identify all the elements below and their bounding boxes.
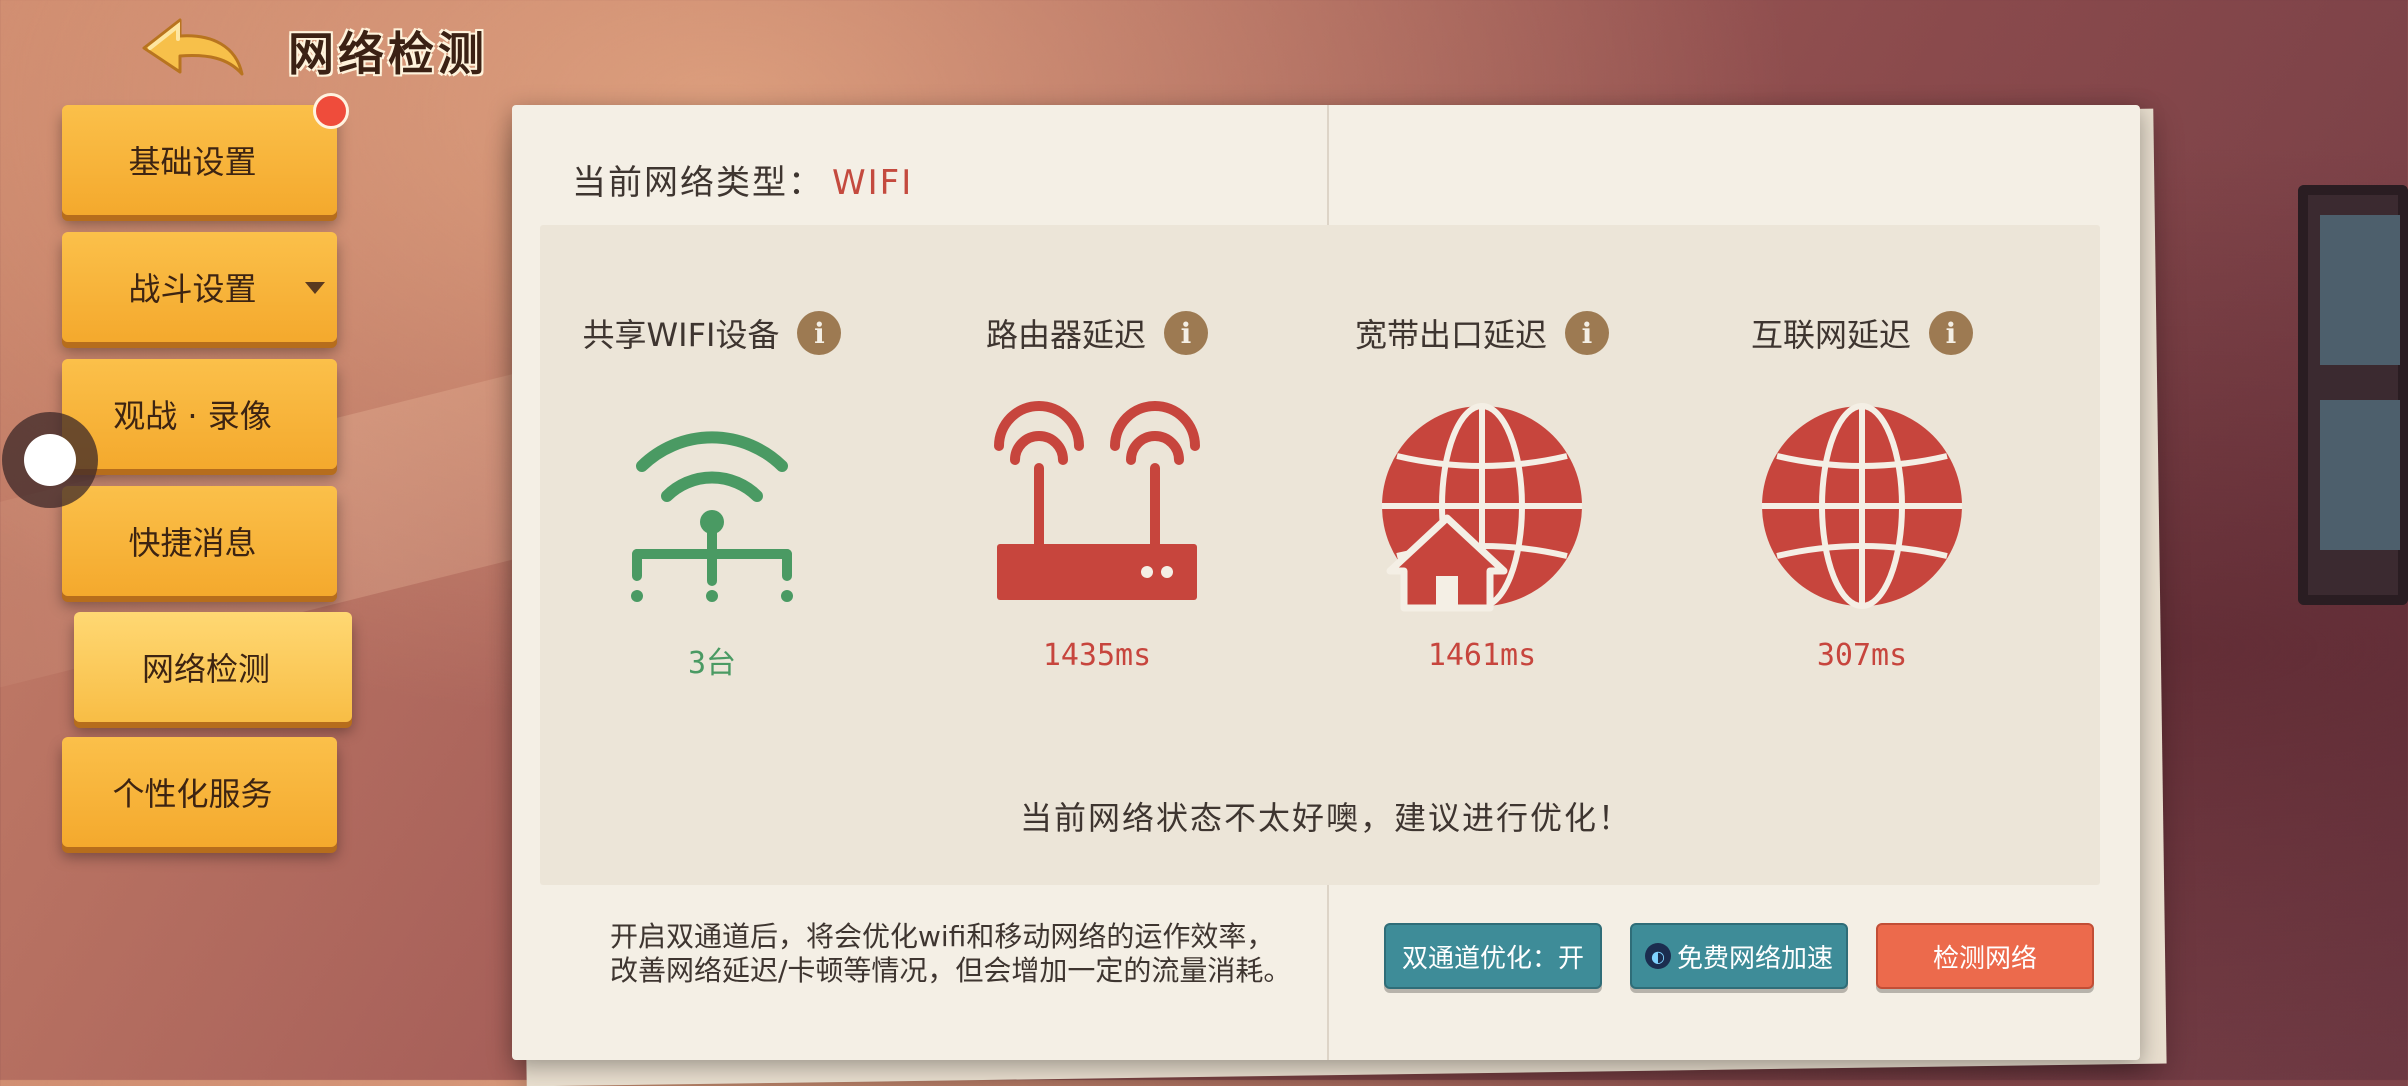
sidebar-item-quick-messages[interactable]: 快捷消息 [62,486,337,596]
metric-shared-wifi-devices: 共享WIFI设备 i 3台 [562,310,862,682]
floating-ball-icon [24,434,76,486]
info-icon[interactable]: i [1565,311,1609,355]
metric-label: 共享WIFI设备 [582,316,780,354]
button-label: 双通道优化：开 [1401,943,1584,974]
note-line: 改善网络延迟/卡顿等情况，但会增加一定的流量消耗。 [610,954,1292,987]
metric-value: 3台 [687,646,737,681]
globe-icon [1762,403,1962,609]
network-status-message: 当前网络状态不太好噢，建议进行优化！ [1019,799,1632,837]
note-line: 开启双通道后，将会优化wifi和移动网络的运作效率， [610,920,1275,953]
network-type-value: WIFI [832,163,914,203]
sidebar-item-network-check[interactable]: 网络检测 [74,612,352,722]
button-label: 免费网络加速 [1676,943,1833,974]
notification-dot-icon [313,93,349,129]
caret-down-icon [305,282,325,294]
info-icon[interactable]: i [797,311,842,355]
sidebar-item-personalized-service[interactable]: 个性化服务 [62,737,337,847]
metric-internet-latency: 互联网延迟 i 307ms [1712,310,2012,673]
metric-value: 1435ms [1042,638,1152,673]
sidebar-item-basic-settings[interactable]: 基础设置 [62,93,349,215]
floating-assistive-button[interactable] [2,412,98,508]
metric-label: 宽带出口延迟 [1354,316,1547,354]
router-icon [994,401,1200,600]
film-strip-decoration [2298,185,2408,605]
button-label: 检测网络 [1932,943,2037,974]
info-icon[interactable]: i [1164,311,1208,355]
back-arrow-icon [142,18,244,76]
metric-value: 1461ms [1427,638,1537,673]
metric-label: 互联网延迟 [1750,316,1911,354]
page-title: 网络检测 [288,27,488,81]
dual-channel-toggle-button[interactable]: 双通道优化：开 [1384,923,1602,989]
metric-label: 路由器延迟 [985,316,1146,354]
dual-channel-note: 开启双通道后，将会优化wifi和移动网络的运作效率， 改善网络延迟/卡顿等情况，… [610,920,1291,988]
sidebar-item-label: 观战 · 录像 [113,397,272,435]
sidebar-item-spectate-replay[interactable]: 观战 · 录像 [62,359,337,469]
metric-router-latency: 路由器延迟 i 1435ms [947,310,1247,673]
detect-network-button[interactable]: 检测网络 [1876,923,2094,989]
metric-broadband-latency: 宽带出口延迟 i 1461ms [1332,310,1632,673]
boost-app-icon: ◐ [1644,943,1671,969]
network-type-label: 当前网络类型： [572,163,824,203]
wifi-devices-icon [631,431,793,602]
sidebar-item-battle-settings[interactable]: 战斗设置 [62,232,337,342]
network-check-panel: 当前网络类型： WIFI 共享WIFI设备 i 3台 路由器延迟 i 1435m… [512,105,2140,1060]
globe-home-icon [1382,403,1582,612]
sidebar-item-label: 快捷消息 [128,524,257,562]
back-button[interactable] [136,14,248,84]
sidebar-item-label: 个性化服务 [112,775,273,813]
network-type-row: 当前网络类型： WIFI [572,155,913,204]
sidebar-item-label: 网络检测 [141,650,270,688]
free-boost-button[interactable]: ◐ 免费网络加速 [1630,923,1848,989]
info-icon[interactable]: i [1929,311,1973,355]
sidebar-item-label: 战斗设置 [128,270,257,308]
metric-value: 307ms [1816,638,1908,673]
sidebar-item-label: 基础设置 [128,143,257,181]
